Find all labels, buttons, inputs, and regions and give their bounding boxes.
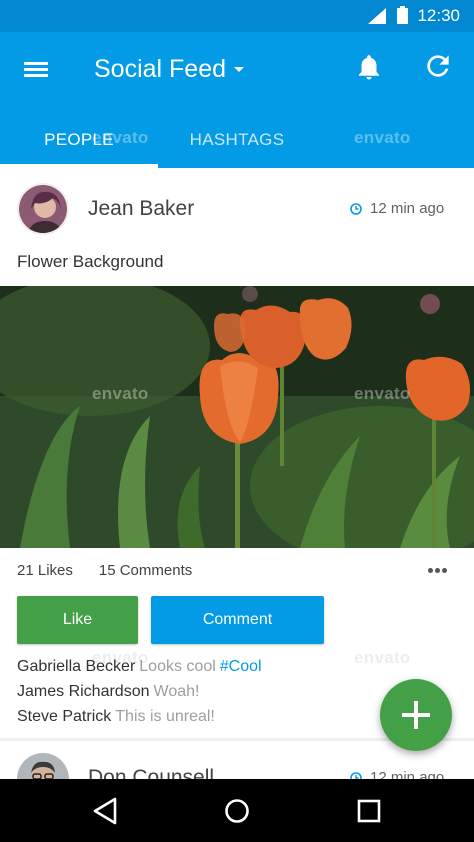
comments-count[interactable]: 15 Comments [99, 562, 192, 579]
post-author[interactable]: Don Counsell [88, 766, 214, 779]
bell-icon[interactable] [354, 52, 384, 82]
post-caption: Flower Background [17, 252, 164, 271]
comment-text: Looks cool [139, 658, 216, 675]
post-time: 12 min ago [350, 200, 444, 217]
signal-icon [368, 8, 386, 24]
watermark: envato [354, 128, 411, 147]
post-author[interactable]: Jean Baker [88, 197, 194, 221]
comment-button-label: Comment [202, 611, 273, 628]
post-card: Jean Baker 12 min ago Flower Background [0, 168, 474, 738]
watermark: envato [354, 648, 411, 667]
comment-user[interactable]: Gabriella Becker [17, 658, 135, 675]
comment-user[interactable]: Steve Patrick [17, 708, 111, 725]
battery-icon [397, 6, 408, 24]
comment-hashtag[interactable]: #Cool [220, 658, 262, 675]
comment-item: Gabriella Becker Looks cool #Cool [17, 658, 262, 676]
clock-icon [350, 202, 362, 215]
tab-people-label: PEOPLE [44, 130, 114, 149]
post-time: 12 min ago [350, 769, 444, 779]
status-time: 12:30 [417, 6, 460, 25]
like-button-label: Like [62, 611, 93, 628]
post-time-label: 12 min ago [370, 769, 445, 779]
menu-icon[interactable] [22, 56, 52, 82]
comment-item: Steve Patrick This is unreal! [17, 708, 215, 726]
comment-text: Woah! [153, 683, 200, 700]
home-icon[interactable] [220, 795, 254, 827]
system-nav-bar [0, 779, 474, 842]
add-post-button[interactable] [380, 679, 452, 751]
post-time-label: 12 min ago [370, 200, 445, 217]
caret-down-icon [234, 66, 245, 72]
avatar[interactable] [17, 753, 69, 779]
post-stats: 21 Likes 15 Comments [17, 562, 218, 579]
tab-hashtags-label: HASHTAGS [189, 130, 285, 149]
status-bar: 12:30 [0, 0, 474, 32]
tab-hashtags[interactable]: HASHTAGS [158, 112, 316, 168]
comment-button[interactable]: Comment [151, 596, 324, 644]
clock-icon [350, 771, 362, 779]
back-icon[interactable] [88, 795, 122, 827]
likes-count[interactable]: 21 Likes [17, 562, 73, 579]
tab-bar: PEOPLE HASHTAGS envato envato [0, 112, 474, 168]
recents-icon[interactable] [352, 795, 386, 827]
feed-selector[interactable]: Social Feed [94, 52, 245, 86]
avatar[interactable] [17, 183, 69, 235]
app-bar: Social Feed PEOPLE HASHTAGS envato envat… [0, 32, 474, 168]
comment-item: James Richardson Woah! [17, 683, 199, 701]
comment-text: This is unreal! [115, 708, 215, 725]
post-image[interactable] [0, 286, 474, 548]
tab-people[interactable]: PEOPLE [0, 112, 158, 168]
comment-user[interactable]: James Richardson [17, 683, 150, 700]
refresh-icon[interactable] [422, 50, 454, 82]
more-horizontal-icon[interactable] [426, 566, 450, 576]
like-button[interactable]: Like [17, 596, 138, 644]
page-title: Social Feed [94, 54, 227, 83]
